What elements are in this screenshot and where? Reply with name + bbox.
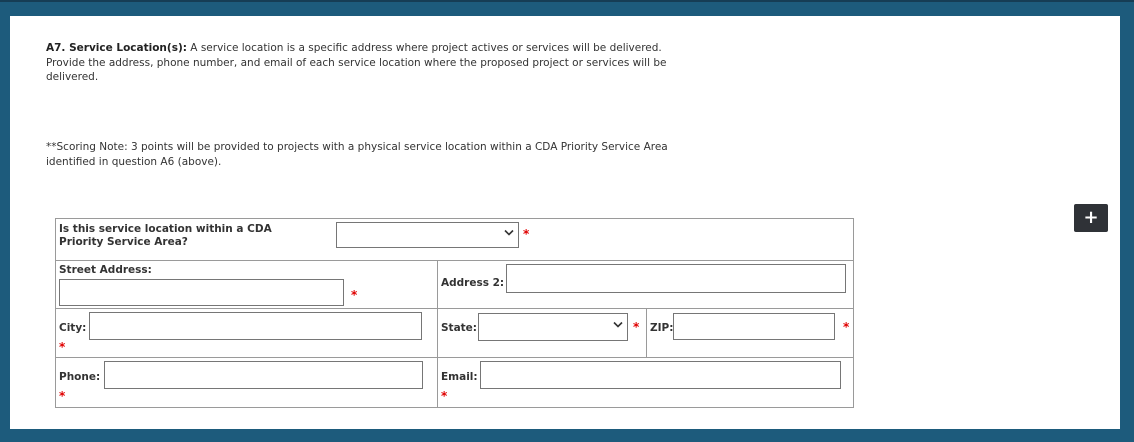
city-input[interactable] — [89, 312, 422, 340]
required-marker: * — [441, 389, 448, 403]
page-frame: A7. Service Location(s): A service locat… — [0, 0, 1134, 442]
zip-label: ZIP: — [650, 322, 674, 334]
priority-select[interactable] — [336, 222, 519, 248]
address2-cell: Address 2: — [437, 260, 854, 309]
required-marker: * — [59, 340, 66, 354]
street-label: Street Address: — [59, 264, 152, 276]
street-cell: Street Address: * — [55, 260, 438, 309]
state-select[interactable] — [478, 313, 628, 341]
chevron-down-icon — [504, 229, 514, 240]
state-label: State: — [441, 322, 478, 334]
question-description: A7. Service Location(s): A service locat… — [46, 41, 696, 85]
zip-cell: ZIP: * — [646, 308, 854, 358]
phone-input[interactable] — [104, 361, 423, 389]
plus-icon: + — [1083, 207, 1099, 228]
email-cell: Email: * — [437, 357, 854, 408]
priority-question-label: Is this service location within a CDA Pr… — [59, 223, 272, 248]
phone-cell: Phone: * — [55, 357, 438, 408]
required-marker: * — [59, 389, 66, 403]
state-cell: State: * — [437, 308, 647, 358]
question-title: A7. Service Location(s): — [46, 42, 187, 54]
city-cell: City: * — [55, 308, 438, 358]
chevron-down-icon — [613, 321, 623, 332]
priority-row: Is this service location within a CDA Pr… — [55, 218, 854, 261]
scoring-note: **Scoring Note: 3 points will be provide… — [46, 141, 668, 168]
email-input[interactable] — [480, 361, 841, 389]
street-address-input[interactable] — [59, 279, 344, 306]
zip-input[interactable] — [673, 313, 835, 340]
city-label: City: — [59, 322, 87, 334]
address2-label: Address 2: — [441, 277, 505, 289]
phone-label: Phone: — [59, 371, 101, 383]
email-label: Email: — [441, 371, 478, 383]
address2-input[interactable] — [506, 264, 846, 293]
service-location-form: Is this service location within a CDA Pr… — [55, 218, 854, 408]
required-marker: * — [843, 320, 850, 334]
required-marker: * — [351, 288, 358, 302]
add-location-button[interactable]: + — [1074, 204, 1108, 232]
required-marker: * — [633, 320, 640, 334]
required-marker: * — [523, 227, 530, 241]
